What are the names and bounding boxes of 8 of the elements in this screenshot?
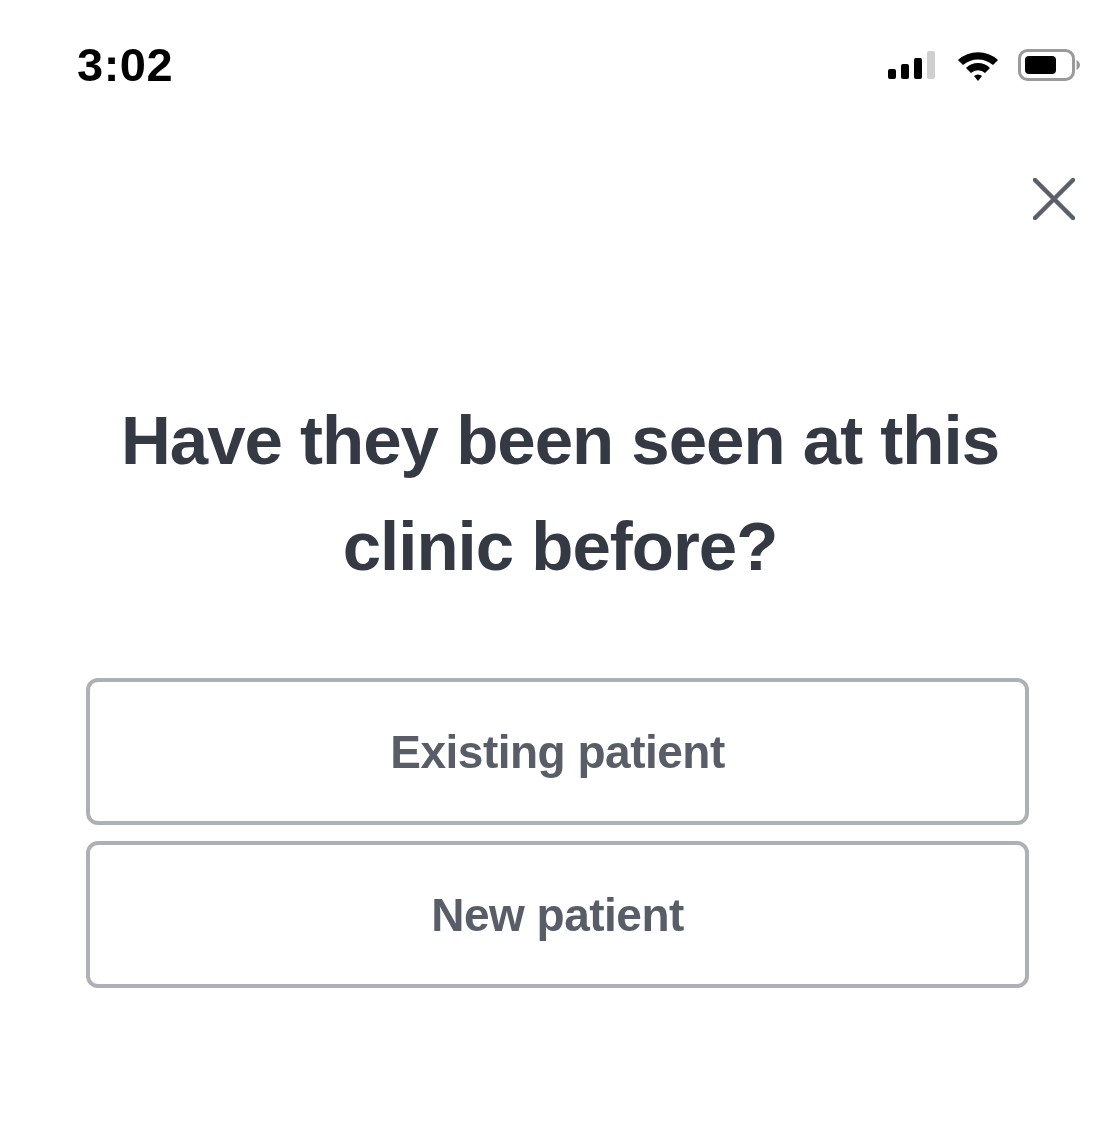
close-button[interactable] xyxy=(1033,178,1075,220)
option-button[interactable]: New patient xyxy=(86,841,1029,988)
close-icon xyxy=(1033,178,1075,220)
battery-icon xyxy=(1018,49,1080,81)
status-time: 3:02 xyxy=(77,40,174,90)
question-heading: Have they been seen at this clinic before? xyxy=(120,401,1000,587)
signal-icon xyxy=(888,51,938,79)
option-button[interactable]: Existing patient xyxy=(86,678,1029,825)
